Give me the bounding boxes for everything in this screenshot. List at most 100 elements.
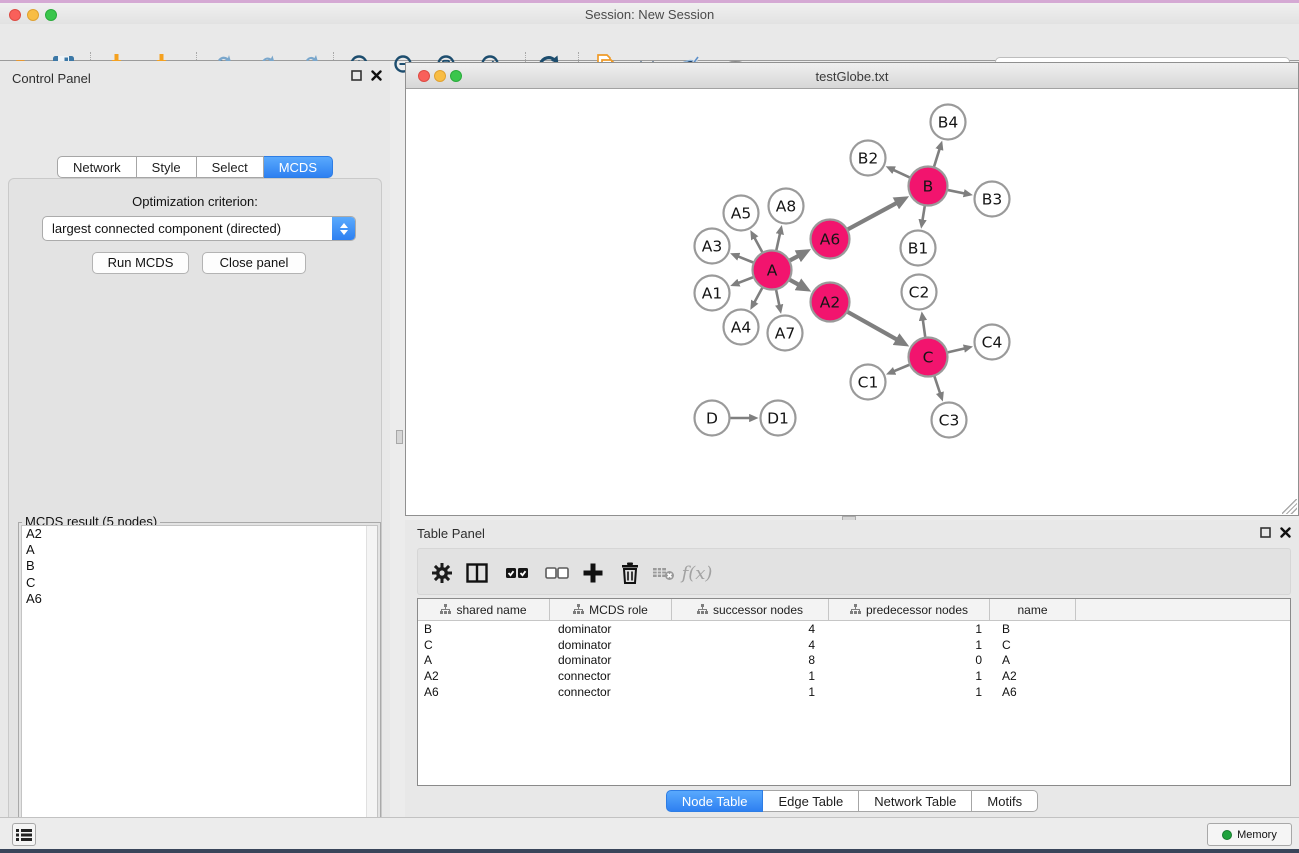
column-header-label: shared name bbox=[456, 603, 526, 617]
column-header-predecessor-nodes[interactable]: predecessor nodes bbox=[829, 599, 990, 620]
edge-A-A3[interactable] bbox=[738, 256, 755, 263]
table-cell: 1 bbox=[672, 685, 829, 699]
table-cell: A2 bbox=[990, 669, 1076, 683]
column-header-label: successor nodes bbox=[713, 603, 803, 617]
tab-network-table[interactable]: Network Table bbox=[859, 790, 972, 812]
criterion-dropdown[interactable]: largest connected component (directed) bbox=[42, 216, 356, 241]
column-type-icon bbox=[850, 604, 861, 615]
edge-B-B4[interactable] bbox=[934, 149, 940, 169]
window-title: Session: New Session bbox=[0, 7, 1299, 22]
column-header-label: MCDS role bbox=[589, 603, 648, 617]
column-header-filler bbox=[1076, 599, 1290, 620]
column-header-successor-nodes[interactable]: successor nodes bbox=[672, 599, 829, 620]
deselect-all-icon[interactable] bbox=[543, 559, 571, 587]
table-cell: 0 bbox=[829, 653, 990, 667]
table-row[interactable]: Bdominator41B bbox=[418, 621, 1290, 637]
result-item[interactable]: A bbox=[22, 542, 377, 558]
column-header-name[interactable]: name bbox=[990, 599, 1076, 620]
table-panel-title: Table Panel bbox=[417, 526, 485, 541]
edge-A-A1[interactable] bbox=[738, 277, 755, 283]
settings-gear-icon[interactable] bbox=[428, 559, 456, 587]
edge-B-B1[interactable] bbox=[922, 204, 925, 220]
table-cell: A bbox=[990, 653, 1076, 667]
delete-icon[interactable] bbox=[616, 559, 644, 587]
node-label-C4: C4 bbox=[982, 334, 1003, 352]
vertical-splitter-handle[interactable] bbox=[396, 430, 403, 444]
edge-B-B2[interactable] bbox=[893, 170, 911, 178]
node-label-A8: A8 bbox=[776, 198, 796, 216]
table-row[interactable]: Cdominator41C bbox=[418, 637, 1290, 653]
column-type-icon bbox=[697, 604, 708, 615]
column-type-icon bbox=[573, 604, 584, 615]
table-cell: A2 bbox=[418, 669, 550, 683]
tab-edge-table[interactable]: Edge Table bbox=[763, 790, 859, 812]
edge-A-A5[interactable] bbox=[754, 237, 763, 253]
column-header-shared-name[interactable]: shared name bbox=[418, 599, 550, 620]
table-row[interactable]: A2connector11A2 bbox=[418, 668, 1290, 684]
memory-label: Memory bbox=[1237, 829, 1277, 841]
resize-grip[interactable] bbox=[1282, 499, 1297, 514]
node-label-C1: C1 bbox=[858, 374, 879, 392]
edge-B-B3[interactable] bbox=[946, 190, 965, 194]
tab-node-table[interactable]: Node Table bbox=[666, 790, 764, 812]
node-label-A1: A1 bbox=[702, 285, 722, 303]
edge-A-A8[interactable] bbox=[776, 233, 780, 252]
tab-style[interactable]: Style bbox=[137, 156, 197, 178]
network-canvas[interactable]: B4B2BB3A8A5A6A3B1AA1C2A2A4A7C4CC1C3DD1 bbox=[407, 90, 1299, 516]
close-panel-icon[interactable] bbox=[371, 70, 382, 81]
app-titlebar: Session: New Session bbox=[0, 3, 1299, 24]
node-label-C2: C2 bbox=[909, 284, 930, 302]
result-item[interactable]: B bbox=[22, 558, 377, 574]
tab-mcds[interactable]: MCDS bbox=[264, 156, 333, 178]
tab-select[interactable]: Select bbox=[197, 156, 264, 178]
table-cell: dominator bbox=[550, 638, 672, 652]
edge-A-A7[interactable] bbox=[776, 288, 780, 306]
result-scrollbar[interactable] bbox=[366, 526, 377, 853]
column-header-MCDS-role[interactable]: MCDS role bbox=[550, 599, 672, 620]
node-label-B4: B4 bbox=[938, 114, 959, 132]
node-label-C: C bbox=[923, 349, 934, 367]
node-table[interactable]: shared name MCDS role successor nodes prede… bbox=[417, 598, 1291, 786]
delete-table-icon[interactable] bbox=[650, 559, 678, 587]
node-label-A4: A4 bbox=[731, 319, 751, 337]
table-cell: 4 bbox=[672, 622, 829, 636]
edge-C-C2[interactable] bbox=[923, 320, 926, 339]
column-view-icon[interactable] bbox=[463, 559, 491, 587]
close-panel-button[interactable]: Close panel bbox=[202, 252, 306, 274]
memory-button[interactable]: Memory bbox=[1207, 823, 1292, 846]
mcds-result-list[interactable]: A2ABCA6 bbox=[21, 525, 378, 853]
table-row[interactable]: Adominator80A bbox=[418, 653, 1290, 669]
node-label-A3: A3 bbox=[702, 238, 722, 256]
float-panel-icon[interactable] bbox=[351, 70, 362, 81]
table-cell: C bbox=[418, 638, 550, 652]
column-header-label: name bbox=[1017, 603, 1047, 617]
edge-A6-B[interactable] bbox=[846, 203, 897, 231]
node-label-D: D bbox=[706, 410, 718, 428]
result-item[interactable]: C bbox=[22, 575, 377, 591]
result-item[interactable]: A6 bbox=[22, 591, 377, 607]
edge-C-C4[interactable] bbox=[946, 348, 965, 352]
table-cell: A6 bbox=[418, 685, 550, 699]
tab-motifs[interactable]: Motifs bbox=[972, 790, 1038, 812]
edge-C-C3[interactable] bbox=[934, 375, 940, 394]
run-mcds-button[interactable]: Run MCDS bbox=[92, 252, 189, 274]
select-all-icon[interactable] bbox=[503, 559, 531, 587]
tab-network[interactable]: Network bbox=[57, 156, 137, 178]
add-column-icon[interactable] bbox=[579, 559, 607, 587]
close-table-panel-icon[interactable] bbox=[1280, 527, 1291, 538]
node-label-A: A bbox=[767, 262, 778, 280]
result-item[interactable]: A2 bbox=[22, 526, 377, 542]
optimization-criterion-label: Optimization criterion: bbox=[0, 194, 390, 209]
edge-A2-C[interactable] bbox=[846, 311, 897, 340]
node-label-B3: B3 bbox=[982, 191, 1003, 209]
function-builder[interactable]: f(x) bbox=[683, 559, 711, 587]
screen: Session: New Session bbox=[0, 0, 1299, 853]
float-table-panel-icon[interactable] bbox=[1260, 527, 1271, 538]
column-header-label: predecessor nodes bbox=[866, 603, 968, 617]
list-icon bbox=[16, 828, 32, 842]
table-row[interactable]: A6connector11A6 bbox=[418, 684, 1290, 700]
task-history-button[interactable] bbox=[12, 823, 36, 846]
edge-A-A4[interactable] bbox=[754, 286, 763, 302]
edge-C-C1[interactable] bbox=[894, 364, 911, 371]
table-panel: Table Panel bbox=[405, 520, 1299, 817]
